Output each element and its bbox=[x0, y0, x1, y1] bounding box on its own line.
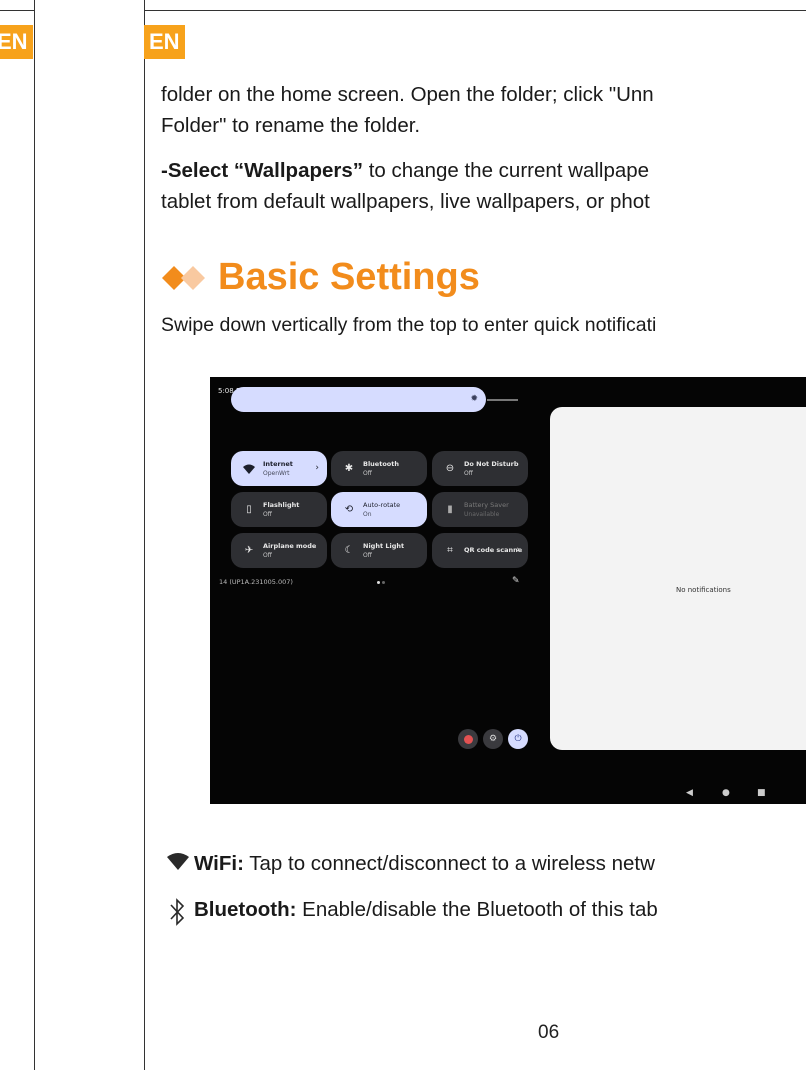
section-title: Basic Settings bbox=[218, 256, 480, 298]
tile-night-light-sub: Off bbox=[363, 551, 372, 559]
tile-internet-sub: OpenWrt bbox=[263, 469, 290, 477]
tile-bluetooth-title: Bluetooth bbox=[363, 459, 399, 468]
left-page-edge bbox=[34, 0, 35, 1070]
tile-night-light[interactable]: ☾ Night Light Off bbox=[331, 533, 427, 568]
brightness-icon: ✹ bbox=[470, 394, 478, 404]
left-language-badge: EN bbox=[0, 25, 33, 59]
no-notifications-text: No notifications bbox=[676, 586, 731, 594]
tile-internet-title: Internet bbox=[263, 459, 293, 468]
bluetooth-icon bbox=[170, 898, 185, 926]
tile-airplane-title: Airplane mode bbox=[263, 541, 317, 550]
feature-wifi-text: Tap to connect/disconnect to a wireless … bbox=[243, 852, 655, 875]
paragraph-wallpapers-line2: tablet from default wallpapers, live wal… bbox=[161, 190, 650, 213]
page-dot bbox=[382, 581, 385, 584]
paragraph-folder-line1: folder on the home screen. Open the fold… bbox=[161, 83, 654, 106]
chevron-right-icon: › bbox=[516, 545, 520, 555]
tile-auto-rotate[interactable]: ⟲ Auto-rotate On bbox=[331, 492, 427, 527]
page-dot-active bbox=[377, 581, 380, 584]
tile-auto-rotate-title: Auto-rotate bbox=[363, 500, 401, 509]
paragraph-wallpapers-line1: -Select “Wallpapers” to change the curre… bbox=[161, 156, 649, 185]
bluetooth-icon: ✱ bbox=[344, 463, 354, 474]
tile-qr-scanner[interactable]: ⌗ QR code scanne › bbox=[432, 533, 528, 568]
tile-flashlight[interactable]: ▯ Flashlight Off bbox=[231, 492, 327, 527]
tile-battery-title: Battery Saver bbox=[464, 500, 509, 509]
tile-flashlight-sub: Off bbox=[263, 510, 272, 518]
back-icon[interactable]: ◀ bbox=[686, 788, 693, 798]
settings-button[interactable]: ⚙ bbox=[483, 729, 503, 749]
feature-bluetooth-text: Enable/disable the Bluetooth of this tab bbox=[296, 898, 658, 921]
paragraph-folder-line2: Folder" to rename the folder. bbox=[161, 114, 421, 137]
right-page-top-edge bbox=[144, 10, 806, 11]
airplane-icon: ✈ bbox=[244, 545, 254, 556]
tile-night-light-title: Night Light bbox=[363, 541, 405, 550]
power-button[interactable]: ⏻ bbox=[508, 729, 528, 749]
qr-code-icon: ⌗ bbox=[447, 545, 453, 556]
battery-icon: ▮ bbox=[447, 504, 453, 515]
gear-icon: ⚙ bbox=[488, 734, 498, 744]
tile-bluetooth-sub: Off bbox=[363, 469, 372, 477]
language-badge: EN bbox=[144, 25, 185, 59]
recents-icon[interactable]: ■ bbox=[757, 788, 766, 798]
feature-bluetooth-label: Bluetooth: bbox=[194, 898, 297, 921]
feature-bluetooth: Bluetooth: Enable/disable the Bluetooth … bbox=[194, 898, 658, 922]
auto-rotate-icon: ⟲ bbox=[344, 504, 354, 515]
quick-settings-screenshot: 5:08 PM Wed, Oct 9 ✹ InternetOpenWrt › ✱… bbox=[210, 377, 806, 804]
tile-bluetooth[interactable]: ✱ Bluetooth Off bbox=[331, 451, 427, 486]
tile-airplane-mode[interactable]: ✈ Airplane mode Off bbox=[231, 533, 327, 568]
tile-battery-saver[interactable]: ▮ Battery Saver Unavailable bbox=[432, 492, 528, 527]
tile-qr-title: QR code scanne bbox=[464, 546, 523, 554]
tile-dnd-sub: Off bbox=[464, 469, 473, 477]
tile-airplane-sub: Off bbox=[263, 551, 272, 559]
user-icon bbox=[463, 734, 473, 744]
section-heading: Basic Settings bbox=[162, 256, 480, 299]
tile-auto-rotate-sub: On bbox=[363, 510, 372, 518]
tile-internet[interactable]: Internet OpenWrt › bbox=[231, 451, 327, 486]
wifi-icon bbox=[243, 464, 255, 474]
tile-flashlight-title: Flashlight bbox=[263, 500, 300, 509]
wifi-icon bbox=[167, 853, 189, 870]
night-light-icon: ☾ bbox=[344, 545, 354, 556]
feature-wifi: WiFi: Tap to connect/disconnect to a wir… bbox=[194, 852, 655, 876]
section-intro: Swipe down vertically from the top to en… bbox=[161, 314, 657, 336]
brightness-slider[interactable]: ✹ bbox=[231, 387, 486, 412]
left-page-top-edge bbox=[0, 10, 34, 11]
power-icon: ⏻ bbox=[514, 734, 522, 744]
notification-panel: No notifications bbox=[550, 407, 806, 750]
wallpapers-text: to change the current wallpape bbox=[363, 159, 650, 182]
page-indicator bbox=[377, 581, 387, 585]
build-number: 14 (UP1A.231005.007) bbox=[219, 578, 293, 586]
tile-dnd-title: Do Not Disturb bbox=[464, 459, 519, 468]
edit-pencil-icon[interactable]: ✎ bbox=[512, 576, 520, 586]
page-number: 06 bbox=[538, 1022, 560, 1043]
chevron-right-icon: › bbox=[315, 463, 319, 473]
wallpapers-label: -Select “Wallpapers” bbox=[161, 159, 364, 182]
double-diamond-icon bbox=[162, 265, 205, 290]
home-icon[interactable]: ● bbox=[722, 788, 730, 798]
tile-do-not-disturb[interactable]: ⊖ Do Not Disturb Off bbox=[432, 451, 528, 486]
brightness-track bbox=[487, 399, 518, 401]
right-page-edge bbox=[144, 0, 145, 1070]
user-switch-button[interactable] bbox=[458, 729, 478, 749]
tile-battery-sub: Unavailable bbox=[464, 510, 500, 518]
feature-wifi-label: WiFi: bbox=[194, 852, 244, 875]
do-not-disturb-icon: ⊖ bbox=[445, 463, 455, 474]
flashlight-icon: ▯ bbox=[246, 504, 252, 515]
